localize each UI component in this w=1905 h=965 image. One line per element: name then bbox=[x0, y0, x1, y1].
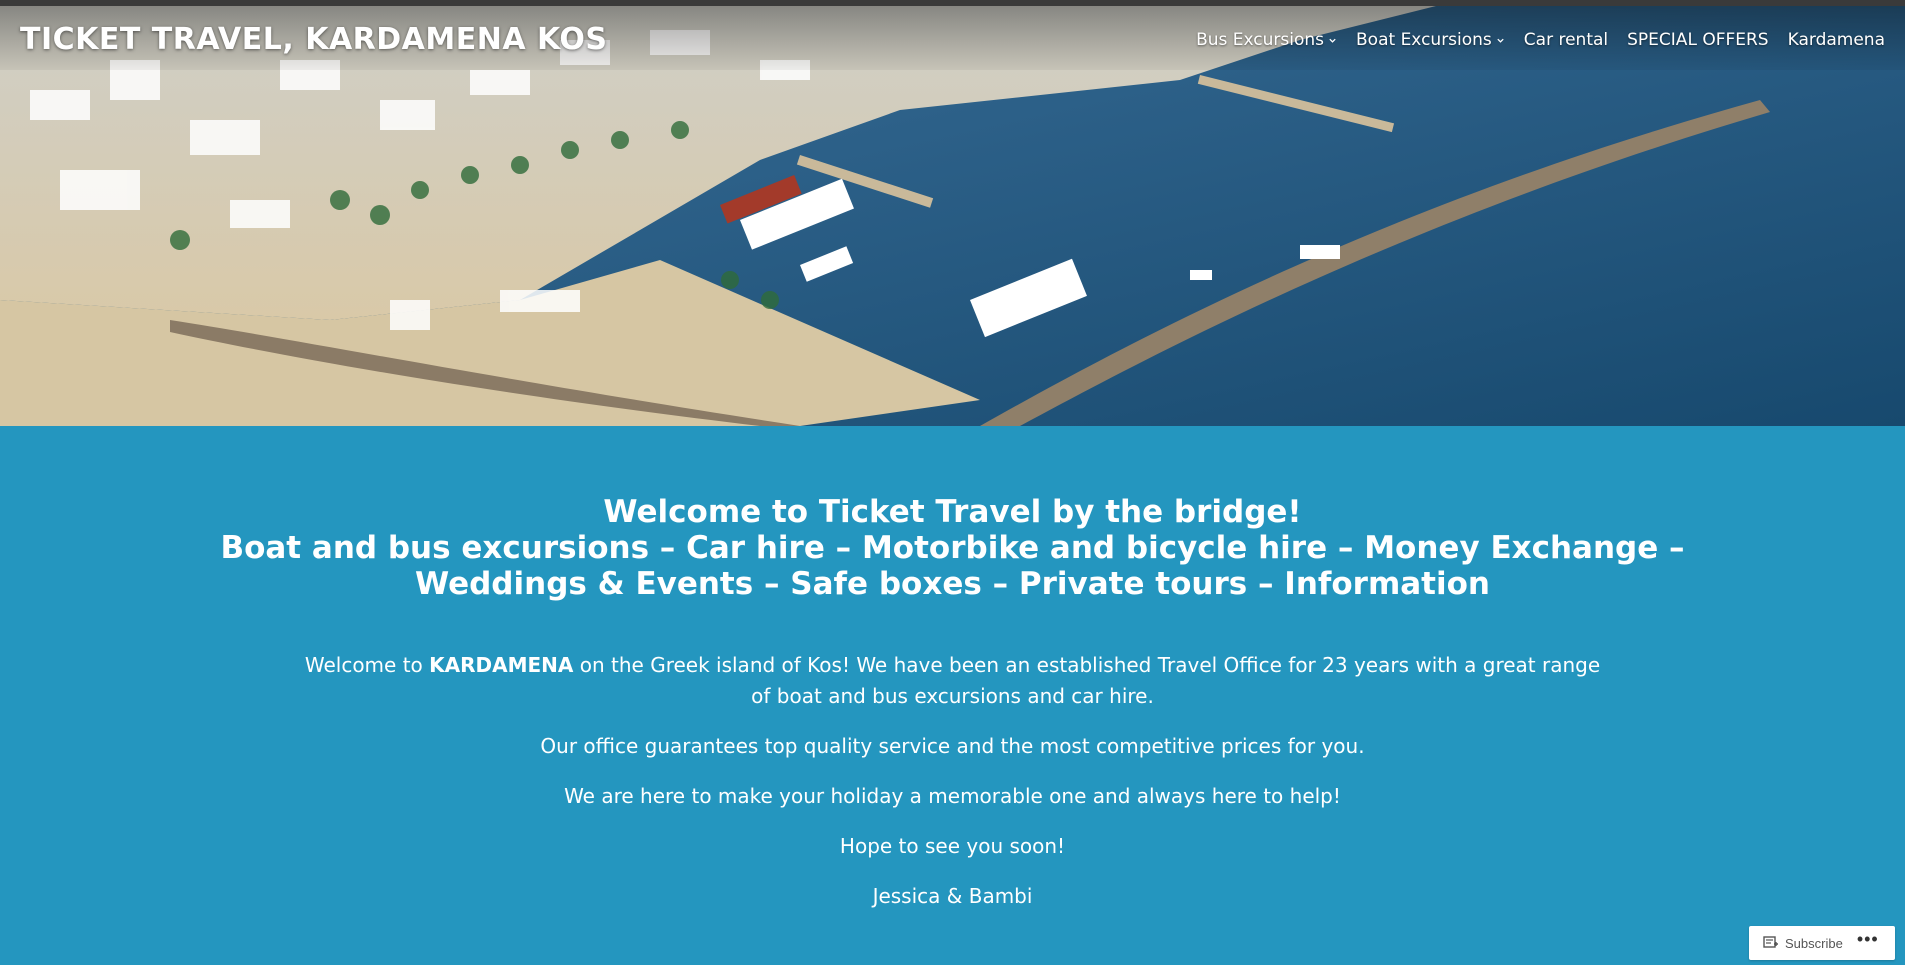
paragraph-2: Our office guarantees top quality servic… bbox=[540, 734, 1365, 758]
site-title[interactable]: TICKET TRAVEL, KARDAMENA KOS bbox=[20, 22, 608, 57]
subscribe-widget: Subscribe ••• bbox=[1749, 926, 1895, 960]
headline-line-1: Welcome to Ticket Travel by the bridge! bbox=[603, 494, 1302, 530]
headline-line-2: Boat and bus excursions – Car hire – Mot… bbox=[220, 530, 1685, 566]
hero-image bbox=[0, 0, 1905, 426]
reader-icon bbox=[1763, 936, 1778, 948]
intro-text: Welcome to KARDAMENA on the Greek island… bbox=[0, 650, 1905, 912]
headline-line-3: Weddings & Events – Safe boxes – Private… bbox=[415, 566, 1490, 602]
nav-bus-excursions[interactable]: Bus Excursions bbox=[1196, 30, 1337, 50]
nav-kardamena-label: Kardamena bbox=[1787, 30, 1885, 50]
nav-kardamena[interactable]: Kardamena bbox=[1788, 30, 1885, 50]
intro-paragraph: Welcome to KARDAMENA on the Greek island… bbox=[293, 650, 1613, 712]
top-strip-overlay bbox=[0, 0, 1905, 6]
intro-before: Welcome to bbox=[304, 653, 430, 677]
intro-bold: KARDAMENA bbox=[429, 653, 574, 677]
welcome-headline: Welcome to Ticket Travel by the bridge! … bbox=[0, 494, 1905, 602]
intro-after: on the Greek island of Kos! We have been… bbox=[573, 653, 1601, 708]
paragraph-3: We are here to make your holiday a memor… bbox=[564, 784, 1341, 808]
nav-boat-excursions-label: Boat Excursions bbox=[1356, 30, 1492, 50]
signature: Jessica & Bambi bbox=[872, 884, 1033, 908]
nav-special-offers-label: SPECIAL OFFERS bbox=[1627, 30, 1769, 50]
chevron-down-icon bbox=[1497, 38, 1504, 43]
paragraph-4: Hope to see you soon! bbox=[839, 834, 1066, 858]
nav-special-offers[interactable]: SPECIAL OFFERS bbox=[1627, 30, 1768, 50]
nav-car-rental-label: Car rental bbox=[1523, 30, 1609, 50]
subscribe-label: Subscribe bbox=[1785, 935, 1843, 951]
chevron-down-icon bbox=[1329, 38, 1336, 43]
main-nav: Bus Excursions Boat Excursions Car renta… bbox=[1196, 30, 1885, 50]
nav-boat-excursions[interactable]: Boat Excursions bbox=[1356, 30, 1505, 50]
subscribe-button[interactable]: Subscribe bbox=[1749, 936, 1843, 951]
more-options-button[interactable]: ••• bbox=[1857, 930, 1879, 952]
nav-bus-excursions-label: Bus Excursions bbox=[1196, 30, 1325, 50]
nav-car-rental[interactable]: Car rental bbox=[1524, 30, 1608, 50]
main-content: Welcome to Ticket Travel by the bridge! … bbox=[0, 426, 1905, 912]
